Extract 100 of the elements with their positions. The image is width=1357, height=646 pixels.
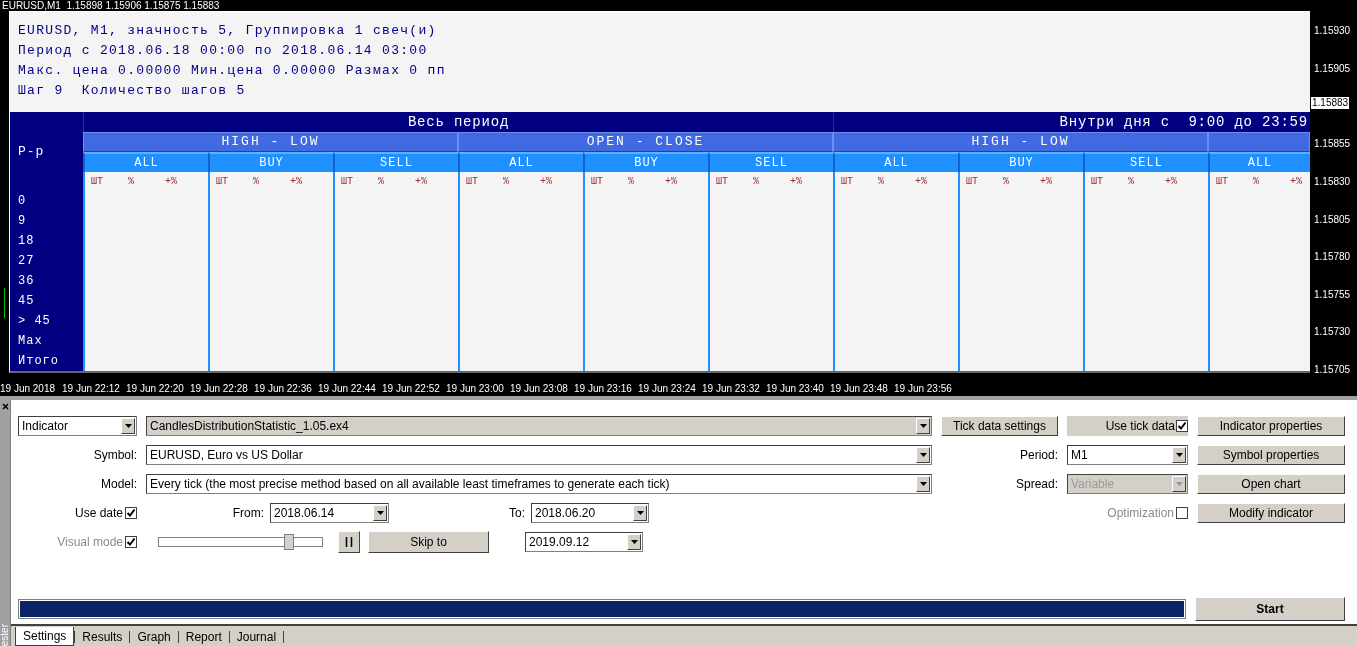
column-header: ALL — [83, 152, 208, 172]
file-dropdown[interactable]: CandlesDistributionStatistic_1.05.ex4 — [146, 416, 932, 436]
unit-label: ШТ — [966, 176, 979, 187]
unit-label: ШТ — [1216, 176, 1229, 187]
time-label: 19 Jun 23:08 — [510, 382, 569, 394]
column-header: BUY — [583, 152, 708, 172]
checkbox[interactable] — [1176, 420, 1188, 432]
candle-mark — [4, 288, 5, 318]
unit-label: +% — [540, 176, 552, 187]
group-header: OPEN - CLOSE — [458, 132, 833, 152]
unit-label: +% — [1165, 176, 1177, 187]
symbol-quote-line: EURUSD,M1 1.15898 1.15906 1.15875 1.15883 — [2, 0, 220, 11]
column-header: ALL — [458, 152, 583, 172]
column-header: ALL — [833, 152, 958, 172]
time-label: 19 Jun 23:24 — [638, 382, 697, 394]
group-header: HIGH - LOW — [83, 132, 458, 152]
tab[interactable]: Report — [178, 628, 229, 646]
start-button[interactable]: Start — [1195, 597, 1345, 621]
checkbox[interactable] — [125, 507, 137, 519]
checkbox-label: Optimization — [1107, 505, 1174, 522]
period-header: Весь период — [83, 112, 833, 132]
info-line: EURUSD, M1, значность 5, Группировка 1 свеч(и) — [18, 22, 438, 40]
speed-slider[interactable] — [158, 537, 323, 547]
unit-label: +% — [915, 176, 927, 187]
tab[interactable]: Graph — [130, 628, 178, 646]
date-dropdown[interactable]: 2018.06.14 — [270, 503, 389, 523]
pause-icon — [345, 537, 353, 547]
time-label: 19 Jun 23:48 — [830, 382, 889, 394]
pause-button[interactable] — [338, 531, 360, 553]
unit-label: ШТ — [216, 176, 229, 187]
unit-label: ШТ — [716, 176, 729, 187]
unit-label: % — [503, 176, 510, 187]
corner-label: Р-р — [18, 144, 45, 159]
close-icon[interactable] — [1, 403, 9, 410]
unit-label: +% — [665, 176, 677, 187]
group-header: HIGH - LOW — [833, 132, 1208, 152]
type-dropdown[interactable]: Indicator — [18, 416, 137, 436]
symbol-dropdown[interactable]: EURUSD, Euro vs US Dollar — [146, 445, 932, 465]
price-label: 1.15755 — [1314, 288, 1351, 301]
field-label: Model: — [99, 476, 137, 493]
unit-label: +% — [790, 176, 802, 187]
unit-label: +% — [165, 176, 177, 187]
column-header: BUY — [208, 152, 333, 172]
date-dropdown[interactable]: 2018.06.20 — [531, 503, 649, 523]
checkbox-label: Use tick data — [1105, 418, 1175, 435]
tab[interactable]: Settings — [15, 627, 75, 646]
unit-label: ШТ — [841, 176, 854, 187]
current-price-label: 1.15883 — [1311, 97, 1350, 109]
column-header: SELL — [1083, 152, 1208, 172]
column-header: ALL — [1208, 152, 1310, 172]
unit-label: ШТ — [591, 176, 604, 187]
model-dropdown[interactable]: Every tick (the most precise method based on all available least timeframes to generate each tick) — [146, 474, 932, 494]
unit-label: ШТ — [466, 176, 479, 187]
unit-label: % — [753, 176, 760, 187]
tab[interactable]: Results — [75, 628, 130, 646]
row-label: 45 — [18, 293, 36, 310]
row-label: 0 — [18, 193, 28, 210]
symbol-properties-button[interactable]: Symbol properties — [1197, 445, 1345, 465]
time-label: 19 Jun 22:28 — [190, 382, 249, 394]
tick-data-settings-button[interactable]: Tick data settings — [941, 416, 1058, 436]
field-label: Period: — [1018, 447, 1058, 464]
price-label: 1.15855 — [1314, 138, 1351, 151]
unit-label: ШТ — [1091, 176, 1104, 187]
field-label: From: — [231, 505, 264, 522]
time-label: 19 Jun 23:40 — [766, 382, 825, 394]
row-label: 27 — [18, 253, 36, 270]
column-header: BUY — [958, 152, 1083, 172]
date-dropdown[interactable]: 2019.09.12 — [525, 532, 643, 552]
caret-icon — [124, 424, 132, 428]
row-label: > 45 — [18, 313, 52, 330]
field-label: Symbol: — [92, 447, 137, 464]
field-label: To: — [508, 505, 525, 522]
skip-to-button[interactable]: Skip to — [368, 531, 489, 553]
price-label: 1.15780 — [1314, 251, 1351, 264]
unit-label: ШТ — [341, 176, 354, 187]
time-label: 19 Jun 23:32 — [702, 382, 761, 394]
row-label: Итого — [18, 353, 60, 370]
price-label: 1.15830 — [1314, 175, 1351, 188]
time-label: 19 Jun 23:00 — [446, 382, 505, 394]
tab[interactable]: Journal — [229, 628, 284, 646]
slider-thumb[interactable] — [284, 534, 295, 550]
time-label: 19 Jun 23:16 — [574, 382, 633, 394]
row-label: Max — [18, 333, 44, 350]
time-label: 19 Jun 23:56 — [894, 382, 953, 394]
unit-label: % — [1003, 176, 1010, 187]
period-dropdown[interactable]: M1 — [1067, 445, 1188, 465]
modify-indicator-button[interactable]: Modify indicator — [1197, 503, 1345, 523]
unit-label: ШТ — [91, 176, 104, 187]
caret-icon — [919, 424, 927, 428]
indicator-properties-button[interactable]: Indicator properties — [1197, 416, 1345, 436]
caret-icon — [376, 511, 384, 515]
price-label: 1.15930 — [1314, 25, 1351, 37]
caret-icon — [1175, 482, 1183, 486]
price-label: 1.15805 — [1314, 213, 1351, 226]
time-label: 19 Jun 22:12 — [62, 382, 121, 394]
open-chart-button[interactable]: Open chart — [1197, 474, 1345, 494]
caret-icon — [919, 482, 927, 486]
unit-label: % — [1128, 176, 1135, 187]
time-label: 19 Jun 22:20 — [126, 382, 185, 394]
unit-label: % — [628, 176, 635, 187]
